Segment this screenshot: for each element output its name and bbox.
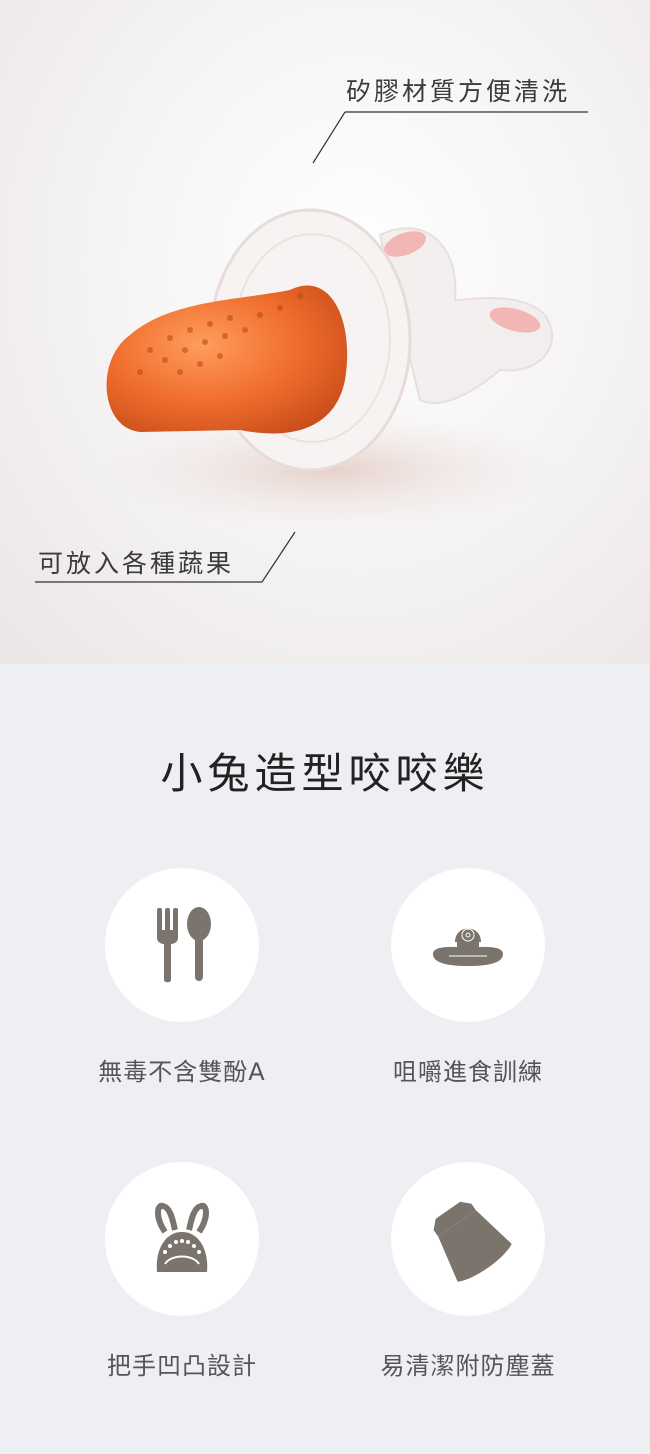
callout-top-leader [312,111,346,164]
product-hero: 矽膠材質方便清洗 可放入各種蔬果 [0,0,650,664]
feature-label: 咀嚼進食訓練 [393,1058,543,1086]
feature-label: 把手凹凸設計 [107,1352,257,1380]
utensils-icon [157,907,211,983]
feature-dust-cover: 易清潔附防塵蓋 [348,1162,588,1381]
feature-label: 無毒不含雙酚A [98,1058,266,1086]
section-title: 小兔造型咬咬樂 [160,749,490,798]
nipple-icon [433,928,503,966]
callout-fruits: 可放入各種蔬果 [38,549,235,578]
features-section: 小兔造型咬咬樂 無毒不含雙酚A 咀嚼進食訓練 把手凹凸設計 易清潔附防塵蓋 [0,664,650,1454]
feature-chewing-training: 咀嚼進食訓練 [348,868,588,1087]
bunny-handle-icon [155,1202,209,1272]
feature-label: 易清潔附防塵蓋 [380,1352,556,1380]
feature-circle [105,868,259,1022]
feature-circle [391,1162,545,1316]
callout-silicone: 矽膠材質方便清洗 [346,77,571,106]
callout-bottom-leader [261,531,296,583]
feature-grip-handle: 把手凹凸設計 [62,1162,302,1381]
dust-cover-icon [433,1201,512,1282]
feature-circle [105,1162,259,1316]
feature-bpa-free: 無毒不含雙酚A [62,868,302,1087]
feature-circle [391,868,545,1022]
